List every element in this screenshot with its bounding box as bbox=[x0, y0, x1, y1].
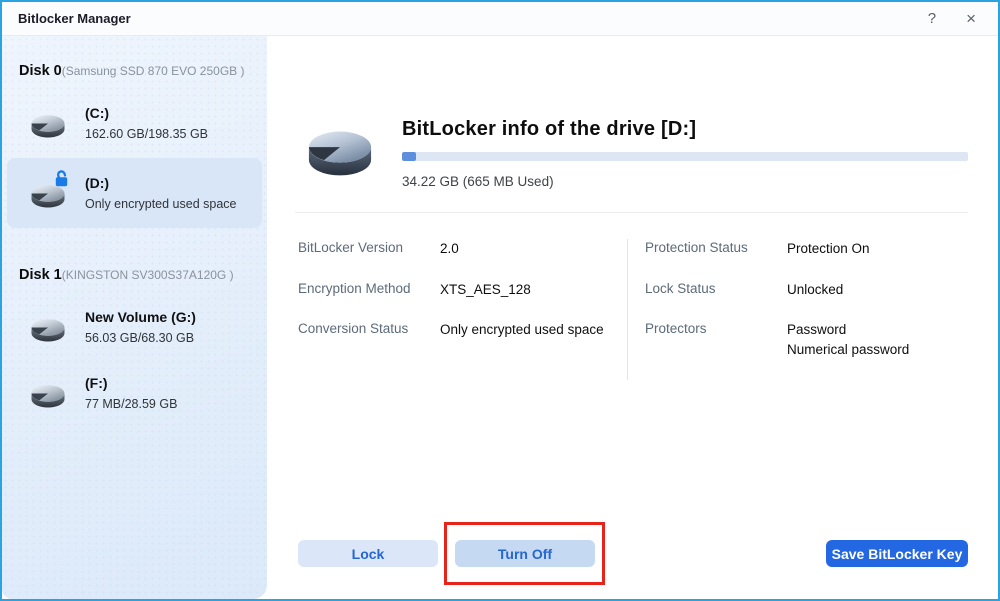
drive-meta: BitLocker info of the drive [D:] 34.22 G… bbox=[402, 116, 968, 189]
volume-label: (C:) bbox=[85, 105, 208, 121]
info-value: XTS_AES_128 bbox=[440, 280, 531, 300]
titlebar-buttons: ? × bbox=[928, 10, 976, 27]
info-row: Lock Status Unlocked bbox=[645, 280, 968, 300]
info-column-left: BitLocker Version 2.0 Encryption Method … bbox=[298, 239, 627, 380]
volume-text: (D:) Only encrypted used space bbox=[85, 175, 236, 211]
info-label: Protectors bbox=[645, 320, 787, 336]
info-label: BitLocker Version bbox=[298, 239, 440, 255]
volume-label: (F:) bbox=[85, 375, 177, 391]
vertical-divider bbox=[627, 239, 628, 380]
help-icon[interactable]: ? bbox=[928, 11, 936, 26]
volume-label: New Volume (G:) bbox=[85, 309, 196, 325]
info-value: Only encrypted used space bbox=[440, 320, 604, 340]
capacity-progress-bar bbox=[402, 152, 968, 161]
sidebar: Disk 0(Samsung SSD 870 EVO 250GB ) (C:) … bbox=[2, 36, 267, 599]
turn-off-button[interactable]: Turn Off bbox=[455, 540, 595, 567]
sidebar-item-volume-c[interactable]: (C:) 162.60 GB/198.35 GB bbox=[7, 92, 262, 154]
info-value: Unlocked bbox=[787, 280, 843, 300]
volume-detail: 77 MB/28.59 GB bbox=[85, 397, 177, 411]
volume-label: (D:) bbox=[85, 175, 236, 191]
info-grid: BitLocker Version 2.0 Encryption Method … bbox=[298, 239, 968, 380]
drive-pie-icon bbox=[303, 116, 377, 185]
app-window: Bitlocker Manager ? × Disk 0(Samsung SSD… bbox=[0, 0, 1000, 601]
close-icon[interactable]: × bbox=[966, 10, 976, 27]
volume-detail: 162.60 GB/198.35 GB bbox=[85, 127, 208, 141]
sidebar-item-volume-d[interactable]: (D:) Only encrypted used space bbox=[7, 158, 262, 228]
info-row: Protectors Password Numerical password bbox=[645, 320, 968, 359]
window-title: Bitlocker Manager bbox=[18, 11, 131, 26]
info-row: Protection Status Protection On bbox=[645, 239, 968, 259]
disk-name: Disk 1 bbox=[19, 267, 62, 283]
info-row: BitLocker Version 2.0 bbox=[298, 239, 627, 259]
volume-text: (C:) 162.60 GB/198.35 GB bbox=[85, 105, 208, 141]
main-panel: BitLocker info of the drive [D:] 34.22 G… bbox=[267, 36, 998, 599]
unlock-icon bbox=[52, 169, 71, 188]
volume-detail: Only encrypted used space bbox=[85, 197, 236, 211]
disk-0-header: Disk 0(Samsung SSD 870 EVO 250GB ) bbox=[2, 36, 267, 88]
info-value: Password Numerical password bbox=[787, 320, 909, 359]
info-row: Conversion Status Only encrypted used sp… bbox=[298, 320, 627, 340]
volume-text: (F:) 77 MB/28.59 GB bbox=[85, 375, 177, 411]
info-row: Encryption Method XTS_AES_128 bbox=[298, 280, 627, 300]
volume-detail: 56.03 GB/68.30 GB bbox=[85, 331, 196, 345]
protector-line-1: Password bbox=[787, 320, 909, 340]
info-label: Lock Status bbox=[645, 280, 787, 296]
disk-model: (KINGSTON SV300S37A120G ) bbox=[62, 268, 234, 282]
disk-icon bbox=[28, 177, 68, 210]
protector-line-2: Numerical password bbox=[787, 340, 909, 360]
lock-button[interactable]: Lock bbox=[298, 540, 438, 567]
horizontal-divider bbox=[295, 212, 968, 213]
disk-model: (Samsung SSD 870 EVO 250GB ) bbox=[62, 64, 245, 78]
disk-icon bbox=[28, 311, 68, 344]
info-label: Protection Status bbox=[645, 239, 787, 255]
disk-icon bbox=[28, 107, 68, 140]
info-label: Encryption Method bbox=[298, 280, 440, 296]
info-value: 2.0 bbox=[440, 239, 459, 259]
save-bitlocker-key-button[interactable]: Save BitLocker Key bbox=[826, 540, 968, 567]
sidebar-item-volume-f[interactable]: (F:) 77 MB/28.59 GB bbox=[7, 362, 262, 424]
info-column-right: Protection Status Protection On Lock Sta… bbox=[645, 239, 968, 380]
title-bar: Bitlocker Manager ? × bbox=[2, 2, 998, 36]
usage-text: 34.22 GB (665 MB Used) bbox=[402, 174, 968, 189]
info-label: Conversion Status bbox=[298, 320, 440, 336]
page-title: BitLocker info of the drive [D:] bbox=[402, 118, 968, 141]
info-value: Protection On bbox=[787, 239, 870, 259]
disk-name: Disk 0 bbox=[19, 63, 62, 79]
drive-header: BitLocker info of the drive [D:] 34.22 G… bbox=[303, 116, 968, 189]
disk-icon bbox=[28, 377, 68, 410]
progress-fill bbox=[402, 152, 416, 161]
disk-1-header: Disk 1(KINGSTON SV300S37A120G ) bbox=[2, 232, 267, 292]
volume-text: New Volume (G:) 56.03 GB/68.30 GB bbox=[85, 309, 196, 345]
sidebar-item-volume-g[interactable]: New Volume (G:) 56.03 GB/68.30 GB bbox=[7, 296, 262, 358]
